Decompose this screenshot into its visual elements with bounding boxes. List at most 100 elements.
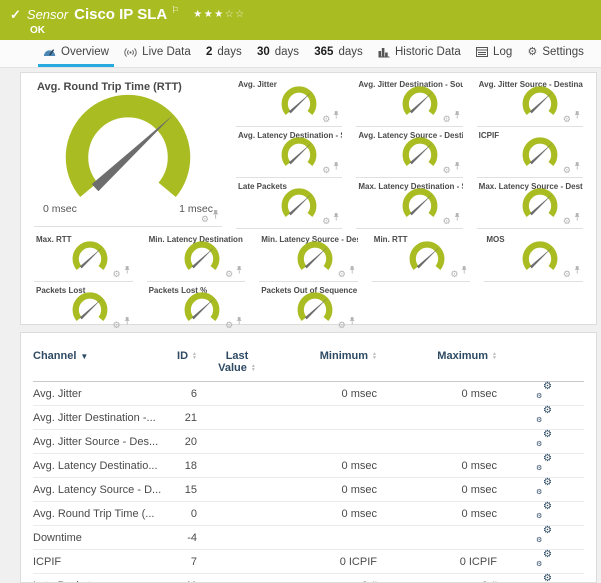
cell-channel[interactable]: Avg. Round Trip Time (... — [33, 501, 163, 526]
gear-icon[interactable]: ⚙ — [563, 166, 571, 175]
tab-label: days — [217, 46, 242, 58]
gear-icon[interactable]: ⚙ — [322, 166, 330, 175]
cell-channel[interactable]: Avg. Jitter Destination -... — [33, 405, 163, 430]
cell-channel[interactable]: Avg. Latency Source - D... — [33, 477, 163, 502]
channel-settings-gears-icon[interactable]: ⚙⚙ — [536, 526, 552, 545]
pin-icon[interactable] — [461, 261, 468, 279]
pin-icon[interactable] — [333, 157, 340, 175]
channel-settings-gears-icon[interactable]: ⚙⚙ — [537, 574, 552, 583]
cell-channel[interactable]: Avg. Latency Destinatio... — [33, 453, 163, 478]
pin-icon[interactable] — [349, 261, 356, 279]
cell-channel[interactable]: Avg. Jitter — [33, 381, 163, 406]
gear-icon[interactable]: ⚙ — [338, 270, 346, 279]
cell-channel[interactable]: Avg. Jitter Source - Des... — [33, 429, 163, 454]
column-header-id[interactable]: ID ▲ ▼ — [163, 347, 197, 382]
tab-2-days[interactable]: 2 days — [201, 40, 247, 67]
tab-live-data[interactable]: Live Data — [119, 40, 196, 67]
cell-id: 0 — [163, 501, 197, 526]
pin-icon[interactable] — [574, 261, 581, 279]
cell-minimum: 0 msec — [277, 381, 377, 406]
tab-historic-data[interactable]: Historic Data — [373, 40, 466, 67]
pin-icon[interactable] — [574, 157, 581, 175]
gear-icon[interactable]: ⚙ — [450, 270, 458, 279]
gauge-grid-bottom: Max. RTT ⚙ Min. Latency Destination - So.… — [27, 231, 590, 333]
cell-minimum — [277, 525, 377, 550]
tab-30-days[interactable]: 30 days — [252, 40, 304, 67]
gauge-panel-actions: ⚙ — [450, 261, 468, 279]
gear-icon[interactable]: ⚙ — [322, 115, 330, 124]
cell-channel[interactable]: Late Packets — [33, 573, 163, 582]
gear-icon[interactable]: ⚙ — [113, 321, 121, 330]
pin-icon[interactable] — [124, 261, 131, 279]
tab-overview[interactable]: Overview — [38, 40, 114, 67]
pin-icon[interactable] — [349, 312, 356, 330]
pin-icon[interactable] — [124, 312, 131, 330]
gauge-panel: Late Packets ⚙ — [236, 178, 343, 229]
cell-minimum: 0 # — [277, 573, 377, 582]
gear-icon[interactable]: ⚙ — [563, 217, 571, 226]
gauge-panel: Min. Latency Destination - So... ⚙ — [146, 231, 246, 282]
gear-icon[interactable]: ⚙ — [443, 166, 451, 175]
gear-icon[interactable]: ⚙ — [201, 215, 209, 224]
pin-icon[interactable] — [454, 157, 461, 175]
column-label: Last Value — [218, 350, 249, 374]
cell-channel[interactable]: ICPIF — [33, 549, 163, 574]
pin-icon[interactable] — [574, 208, 581, 226]
pin-icon[interactable] — [236, 312, 243, 330]
gear-icon[interactable]: ⚙ — [443, 115, 451, 124]
gauge-dial — [522, 86, 558, 115]
channel-settings-gears-icon[interactable]: ⚙⚙ — [536, 406, 552, 425]
gear-icon[interactable]: ⚙ — [338, 321, 346, 330]
star-rating[interactable]: ★★★☆☆ — [193, 9, 245, 20]
channel-settings-gears-icon[interactable]: ⚙⚙ — [536, 550, 552, 569]
tab-log[interactable]: Log — [471, 40, 517, 67]
channel-settings-gears-icon[interactable]: ⚙⚙ — [536, 430, 552, 449]
pin-icon[interactable] — [236, 261, 243, 279]
gear-icon[interactable]: ⚙ — [225, 321, 233, 330]
table-row: Avg. Jitter Source - Des... 20 ⚙ ⚙ — [33, 429, 584, 454]
cell-channel[interactable]: Downtime — [33, 525, 163, 550]
log-icon — [476, 47, 489, 57]
status-badge: OK — [30, 25, 45, 36]
broadcast-icon — [124, 47, 137, 58]
cell-maximum — [377, 525, 497, 550]
tab-label-number: 365 — [314, 46, 334, 58]
gear-icon[interactable]: ⚙ — [225, 270, 233, 279]
cell-minimum — [277, 405, 377, 430]
pin-icon[interactable] — [574, 106, 581, 124]
primary-gauge-title: Avg. Round Trip Time (RTT) — [37, 81, 182, 93]
tab-settings[interactable]: ⚙ Settings — [522, 40, 588, 67]
cell-last-value — [197, 549, 277, 574]
gear-icon[interactable]: ⚙ — [443, 217, 451, 226]
gear-icon[interactable]: ⚙ — [322, 217, 330, 226]
channel-settings-gears-icon[interactable]: ⚙⚙ — [536, 454, 552, 473]
gear-icon[interactable]: ⚙ — [113, 270, 121, 279]
tab-365-days[interactable]: 365 days — [309, 40, 367, 67]
channel-settings-gears-icon[interactable]: ⚙⚙ — [536, 478, 552, 497]
tab-label: Overview — [61, 46, 109, 58]
gauge-panel: Packets Lost ⚙ — [34, 282, 133, 333]
pin-icon[interactable] — [212, 206, 220, 224]
channel-settings-gears-icon[interactable]: ⚙⚙ — [536, 502, 552, 521]
pin-icon[interactable] — [454, 106, 461, 124]
gear-icon[interactable]: ⚙ — [563, 270, 571, 279]
column-header-channel[interactable]: Channel ▼ — [33, 347, 163, 382]
flag-icon[interactable]: ⚐ — [171, 5, 179, 16]
cell-id: 15 — [163, 477, 197, 502]
gauge-dial — [184, 241, 220, 270]
cell-last-value — [197, 501, 277, 526]
gauge-scale-min: 0 msec — [43, 203, 77, 215]
pin-icon[interactable] — [333, 106, 340, 124]
gauge-dial — [402, 86, 438, 115]
gauge-panel: Avg. Jitter Source - Destination ⚙ — [476, 76, 583, 127]
column-header-maximum[interactable]: Maximum ▲ ▼ — [377, 347, 497, 382]
gear-icon[interactable]: ⚙ — [563, 115, 571, 124]
pin-icon[interactable] — [333, 208, 340, 226]
gauge-panel: Max. Latency Source - Destin... ⚙ — [476, 178, 583, 229]
column-header-minimum[interactable]: Minimum ▲ ▼ — [277, 347, 377, 382]
channel-settings-gears-icon[interactable]: ⚙⚙ — [536, 382, 552, 401]
cell-maximum: 0 msec — [377, 453, 497, 478]
column-header-last-value[interactable]: Last Value ▲ ▼ — [197, 347, 277, 382]
pin-icon[interactable] — [454, 208, 461, 226]
cell-maximum: 0 ICPIF — [377, 549, 497, 574]
